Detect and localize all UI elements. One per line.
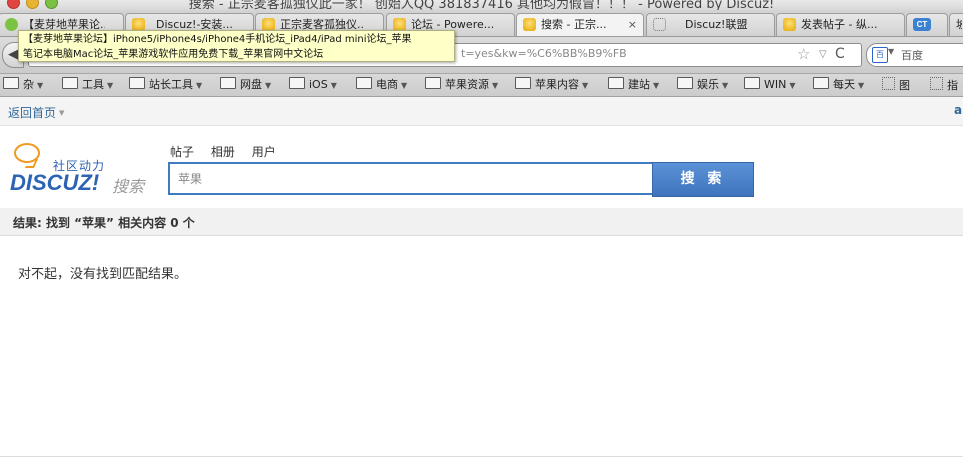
window-title: 搜索 - 正宗麦客孤独仪此一家！ 创始人QQ 381837416 其他均为假冒！… [188,0,775,10]
bookmark-pointer[interactable]: 指 [930,77,958,94]
bookmarks-bar: 杂 ▼ 工具 ▼ 站长工具 ▼ 网盘 ▼ iOS ▼ 电商 ▼ 苹果资源 ▼ 苹果内容 ▼ 建站… [0,74,963,97]
bookmark-star-icon[interactable]: ☆ [797,44,810,65]
bookmark-folder-za[interactable]: 杂 ▼ [3,77,43,94]
search-input[interactable] [170,164,664,193]
bookmark-folder-apple-content[interactable]: 苹果内容 ▼ [515,77,588,94]
page-topbar: 返回首页 ▼ a [0,97,963,126]
no-result-message: 对不起，没有找到匹配结果。 [18,267,188,282]
tab-users[interactable]: 用户 [252,145,276,159]
tab-post[interactable]: 发表帖子 - 纵... [776,13,905,36]
tab-albums[interactable]: 相册 [211,145,235,159]
tab-search-active[interactable]: 搜索 - 正宗... × [516,13,644,36]
tab-tooltip: 【麦芽地苹果论坛】iPhone5/iPhone4s/iPhone4手机论坛_iP… [18,30,455,62]
blank-page-icon [930,77,943,90]
reload-icon[interactable]: C [835,44,845,65]
folder-icon [129,77,145,89]
bookmark-folder-webmaster[interactable]: 站长工具 ▼ [129,77,202,94]
folder-icon [744,77,760,89]
folder-icon [356,77,372,89]
topbar-right-link[interactable]: a [954,103,962,117]
tooltip-line-1: 【麦芽地苹果论坛】iPhone5/iPhone4s/iPhone4手机论坛_iP… [23,34,412,45]
search-type-tabs: 帖子 相册 用户 [170,143,289,160]
tab-overflow[interactable]: 坡 [949,13,963,36]
discuz-search-logo[interactable]: 社区动力 DISCUZ! 搜索 [10,140,150,196]
tab-ct[interactable]: CT [906,13,948,36]
bookmark-folder-ios[interactable]: iOS ▼ [289,77,337,94]
web-search-box[interactable]: 百 ▼ 百度 [866,43,963,67]
baidu-engine-icon[interactable]: 百 [872,47,888,63]
blank-page-icon [882,77,895,90]
engine-dropdown-icon[interactable]: ▼ [888,47,894,56]
discuz-bubble-icon [523,18,536,31]
footer-divider [0,456,963,457]
tooltip-line-2: 笔记本电脑Mac论坛_苹果游戏软件应用免费下载_苹果官网中文论坛 [23,49,324,60]
folder-icon [813,77,829,89]
folder-icon [425,77,441,89]
tab-label: 坡 [956,14,962,35]
window-titlebar: 搜索 - 正宗麦客孤独仪此一家！ 创始人QQ 381837416 其他均为假冒！… [0,0,963,10]
bookmark-image[interactable]: 图 [882,77,910,94]
folder-icon [289,77,305,89]
ct-icon: CT [913,18,931,31]
search-box [168,162,664,195]
bookmark-folder-site-building[interactable]: 建站 ▼ [608,77,659,94]
search-button[interactable]: 搜 索 [652,162,754,197]
bookmark-folder-tools[interactable]: 工具 ▼ [62,77,113,94]
blank-page-icon [653,18,666,31]
folder-icon [608,77,624,89]
bookmark-folder-win[interactable]: WIN ▼ [744,77,796,94]
back-to-home-link[interactable]: 返回首页 ▼ [8,104,64,121]
chevron-down-icon: ▼ [59,109,65,117]
tab-discuz-union[interactable]: Discuz!联盟 [646,13,775,36]
tab-label: 搜索 - 正宗... [541,18,607,31]
tab-close-icon[interactable]: × [628,14,637,35]
folder-icon [515,77,531,89]
tab-threads[interactable]: 帖子 [170,145,194,159]
history-dropdown-icon[interactable]: ▽ [819,45,827,65]
apple-bubble-icon [5,18,18,31]
web-search-placeholder: 百度 [901,49,923,62]
folder-icon [677,77,693,89]
bookmark-folder-ecommerce[interactable]: 电商 ▼ [356,77,407,94]
discuz-bubble-icon [783,18,796,31]
bookmark-folder-netdisk[interactable]: 网盘 ▼ [220,77,271,94]
logo-search-word: 搜索 [112,177,145,196]
result-summary: 结果: 找到 “苹果” 相关内容 0 个 [13,216,195,230]
tab-label: Discuz!联盟 [685,18,748,31]
folder-icon [220,77,236,89]
address-url: t=yes&kw=%C6%BB%B9%FB [461,47,627,60]
logo-brand: DISCUZ! [10,170,100,195]
folder-icon [3,77,19,89]
tab-label: 发表帖子 - 纵... [801,18,878,31]
folder-icon [62,77,78,89]
bookmark-folder-entertainment[interactable]: 娱乐 ▼ [677,77,728,94]
bookmark-folder-daily[interactable]: 每天 ▼ [813,77,864,94]
result-summary-bar: 结果: 找到 “苹果” 相关内容 0 个 [0,208,963,236]
bookmark-folder-apple-resources[interactable]: 苹果资源 ▼ [425,77,498,94]
